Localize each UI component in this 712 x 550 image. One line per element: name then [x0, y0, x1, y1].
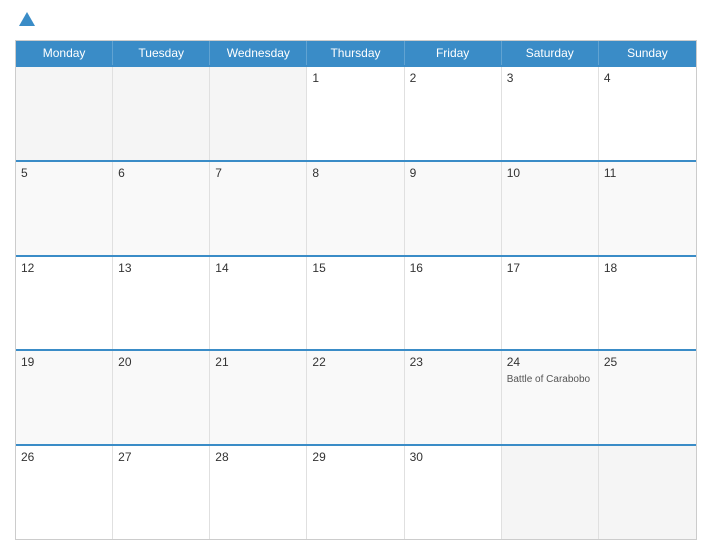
day-header-wednesday: Wednesday [210, 41, 307, 65]
day-cell: 15 [307, 257, 404, 350]
calendar-grid: MondayTuesdayWednesdayThursdayFridaySatu… [15, 40, 697, 540]
day-number: 12 [21, 261, 107, 275]
day-cell: 24 Battle of Carabobo [502, 351, 599, 444]
header [15, 10, 697, 32]
day-cell: 2 [405, 67, 502, 160]
day-cell: 16 [405, 257, 502, 350]
day-number: 11 [604, 166, 691, 180]
holiday-label: Battle of Carabobo [507, 374, 590, 385]
day-number: 5 [21, 166, 107, 180]
day-cell: 28 [210, 446, 307, 539]
day-number: 3 [507, 71, 593, 85]
week-row-1: 1234 [16, 65, 696, 160]
day-number: 25 [604, 355, 691, 369]
day-cell: 4 [599, 67, 696, 160]
day-number: 16 [410, 261, 496, 275]
day-cell: 22 [307, 351, 404, 444]
day-cell: 12 [16, 257, 113, 350]
day-number: 21 [215, 355, 301, 369]
day-number: 4 [604, 71, 691, 85]
day-cell: 23 [405, 351, 502, 444]
day-cell: 13 [113, 257, 210, 350]
day-cell: 14 [210, 257, 307, 350]
day-header-thursday: Thursday [307, 41, 404, 65]
day-cell [210, 67, 307, 160]
day-cell: 21 [210, 351, 307, 444]
day-cell: 6 [113, 162, 210, 255]
day-number: 14 [215, 261, 301, 275]
day-number: 28 [215, 450, 301, 464]
day-number: 24 [507, 355, 593, 369]
week-row-3: 12 13 14 15 16 17 18 [16, 255, 696, 350]
day-cell [502, 446, 599, 539]
day-number: 1 [312, 71, 398, 85]
day-number: 29 [312, 450, 398, 464]
day-number: 26 [21, 450, 107, 464]
day-cell: 29 [307, 446, 404, 539]
day-number: 8 [312, 166, 398, 180]
day-cell: 18 [599, 257, 696, 350]
day-cell: 17 [502, 257, 599, 350]
day-number: 22 [312, 355, 398, 369]
day-header-saturday: Saturday [502, 41, 599, 65]
weeks-container: 123456789101112131415161718192021222324B… [16, 65, 696, 539]
day-header-sunday: Sunday [599, 41, 696, 65]
day-cell: 11 [599, 162, 696, 255]
day-cell: 8 [307, 162, 404, 255]
day-cell: 10 [502, 162, 599, 255]
day-number: 18 [604, 261, 691, 275]
day-number: 23 [410, 355, 496, 369]
logo [15, 14, 39, 28]
day-number: 6 [118, 166, 204, 180]
logo-triangle-icon [19, 12, 35, 26]
day-number: 17 [507, 261, 593, 275]
days-header: MondayTuesdayWednesdayThursdayFridaySatu… [16, 41, 696, 65]
week-row-2: 56789 10 11 [16, 160, 696, 255]
day-cell: 3 [502, 67, 599, 160]
day-number: 2 [410, 71, 496, 85]
day-cell: 20 [113, 351, 210, 444]
day-cell: 9 [405, 162, 502, 255]
day-cell [16, 67, 113, 160]
day-number: 15 [312, 261, 398, 275]
day-cell: 27 [113, 446, 210, 539]
day-cell [599, 446, 696, 539]
day-cell: 26 [16, 446, 113, 539]
day-header-monday: Monday [16, 41, 113, 65]
day-header-friday: Friday [405, 41, 502, 65]
day-header-tuesday: Tuesday [113, 41, 210, 65]
day-number: 30 [410, 450, 496, 464]
week-row-5: 26 27 28 29 30 [16, 444, 696, 539]
day-number: 10 [507, 166, 593, 180]
day-cell: 30 [405, 446, 502, 539]
day-number: 9 [410, 166, 496, 180]
day-cell: 5 [16, 162, 113, 255]
day-cell: 19 [16, 351, 113, 444]
day-cell [113, 67, 210, 160]
day-number: 19 [21, 355, 107, 369]
day-cell: 25 [599, 351, 696, 444]
day-number: 7 [215, 166, 301, 180]
week-row-4: 19 20 21 22 23 24 Battle of Carabobo 25 [16, 349, 696, 444]
calendar-page: MondayTuesdayWednesdayThursdayFridaySatu… [0, 0, 712, 550]
day-number: 20 [118, 355, 204, 369]
day-number: 13 [118, 261, 204, 275]
day-cell: 7 [210, 162, 307, 255]
day-number: 27 [118, 450, 204, 464]
day-cell: 1 [307, 67, 404, 160]
